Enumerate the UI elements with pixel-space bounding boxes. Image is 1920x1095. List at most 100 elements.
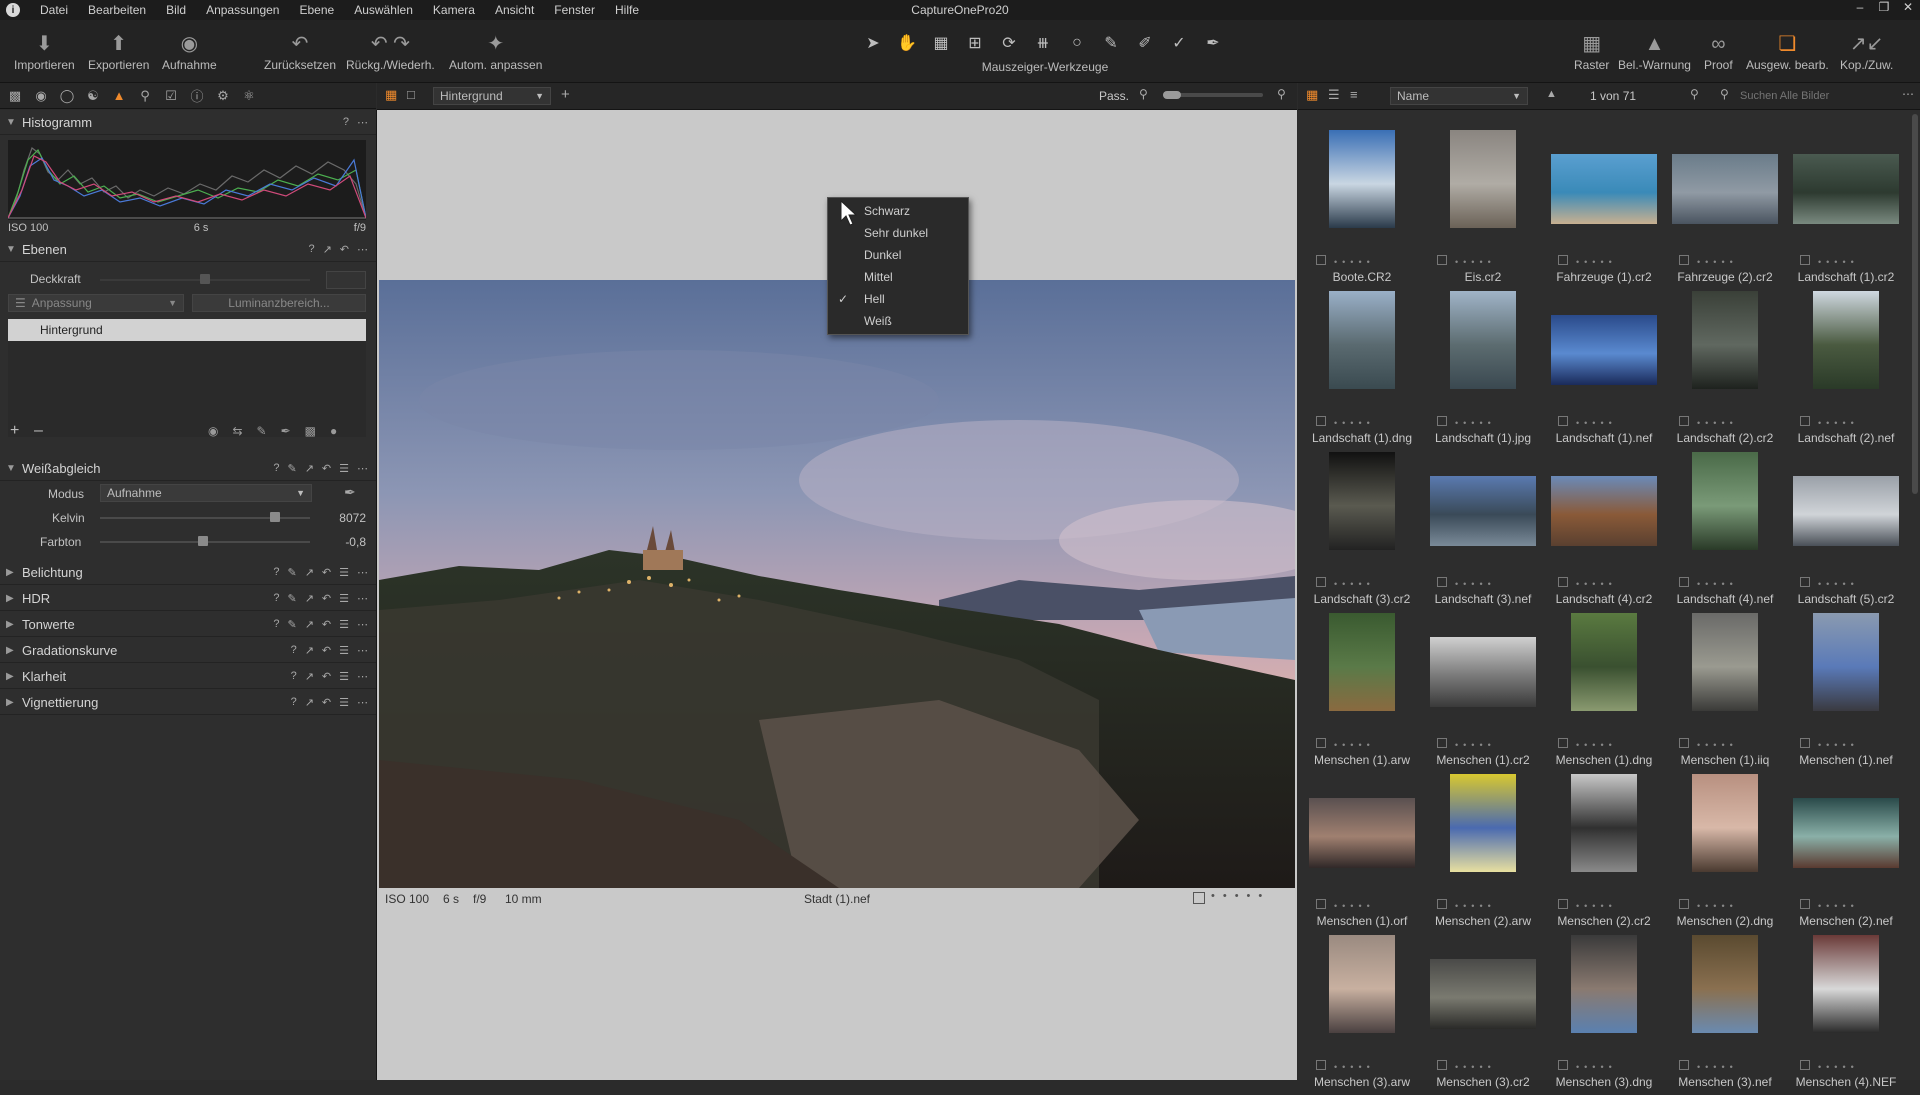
- thumbnail-item[interactable]: ••••• Landschaft (1).cr2: [1786, 130, 1906, 290]
- select-checkbox[interactable]: [1437, 1060, 1447, 1070]
- presets-icon[interactable]: ☰: [339, 696, 349, 709]
- add-layer-icon[interactable]: +: [561, 86, 570, 103]
- thumbnail-rating[interactable]: •••••: [1316, 899, 1375, 911]
- thumbnail-rating[interactable]: •••••: [1316, 255, 1375, 267]
- star-rating[interactable]: •••••: [1697, 257, 1738, 267]
- batch-tab-icon[interactable]: ⚛: [240, 87, 258, 105]
- thumbnail-item[interactable]: ••••• Menschen (2).dng: [1665, 774, 1785, 934]
- more-icon[interactable]: ⋯: [357, 618, 368, 631]
- thumbnail-rating[interactable]: •••••: [1800, 255, 1859, 267]
- menu-anpassungen[interactable]: Anpassungen: [196, 3, 289, 17]
- section-hdr[interactable]: ▶ HDR ? ✎ ↗ ↶ ☰ ⋯: [0, 586, 376, 611]
- details-view-icon[interactable]: ≡: [1350, 87, 1358, 102]
- thumbnail-item[interactable]: ••••• Menschen (2).arw: [1423, 774, 1543, 934]
- thumbnail-image[interactable]: [1813, 935, 1879, 1033]
- select-checkbox[interactable]: [1800, 899, 1810, 909]
- brush-icon[interactable]: ✎: [257, 424, 267, 438]
- star-rating[interactable]: •••••: [1211, 890, 1270, 902]
- thumbnail-image[interactable]: [1571, 774, 1637, 872]
- thumbnail-rating[interactable]: •••••: [1437, 1060, 1496, 1072]
- thumbnail-rating[interactable]: •••••: [1316, 738, 1375, 750]
- thumbnail-image[interactable]: [1692, 774, 1758, 872]
- layer-item-background[interactable]: Hintergrund: [8, 319, 366, 341]
- thumbnail-rating[interactable]: •••••: [1800, 738, 1859, 750]
- star-rating[interactable]: •••••: [1576, 901, 1617, 911]
- thumbnail-item[interactable]: ••••• Menschen (2).nef: [1786, 774, 1906, 934]
- more-icon[interactable]: ⋯: [357, 670, 368, 683]
- star-rating[interactable]: •••••: [1818, 1062, 1859, 1072]
- help-icon[interactable]: ?: [273, 566, 279, 579]
- thumbnail-image[interactable]: [1329, 291, 1395, 389]
- star-rating[interactable]: •••••: [1697, 418, 1738, 428]
- thumbnail-rating[interactable]: •••••: [1437, 899, 1496, 911]
- thumbnail-item[interactable]: ••••• Landschaft (3).nef: [1423, 452, 1543, 612]
- star-rating[interactable]: •••••: [1334, 901, 1375, 911]
- star-rating[interactable]: •••••: [1818, 579, 1859, 589]
- mode-dropdown[interactable]: Aufnahme ▼: [100, 484, 312, 502]
- radial-icon[interactable]: ●: [330, 424, 337, 438]
- section-levels[interactable]: ▶ Tonwerte ? ✎ ↗ ↶ ☰ ⋯: [0, 612, 376, 637]
- white-balance-header[interactable]: ▼ Weißabgleich ? ✎ ↗ ↶ ☰ ⋯: [0, 456, 376, 481]
- thumbnail-rating[interactable]: •••••: [1316, 416, 1375, 428]
- more-icon[interactable]: ⋯: [1902, 87, 1914, 101]
- reset-icon[interactable]: ↶: [322, 644, 331, 657]
- thumbnail-item[interactable]: ••••• Menschen (3).arw: [1302, 935, 1422, 1095]
- help-icon[interactable]: ?: [291, 670, 297, 683]
- zoom-slider-thumb[interactable]: [1163, 91, 1181, 99]
- exposure-tab-icon[interactable]: ▲: [110, 87, 128, 105]
- help-icon[interactable]: ?: [273, 618, 279, 631]
- thumbnail-image[interactable]: [1813, 291, 1879, 389]
- tint-value[interactable]: -0,8: [322, 535, 366, 549]
- reset-icon[interactable]: ↶: [322, 566, 331, 579]
- thumbnail-item[interactable]: ••••• Landschaft (4).cr2: [1544, 452, 1664, 612]
- select-checkbox[interactable]: [1558, 899, 1568, 909]
- thumbnail-image[interactable]: [1692, 613, 1758, 711]
- thumbnail-image[interactable]: [1329, 613, 1395, 711]
- star-rating[interactable]: •••••: [1697, 901, 1738, 911]
- exposure-warning-button[interactable]: ▲ Bel.-Warnung: [1618, 30, 1691, 72]
- select-checkbox[interactable]: [1316, 738, 1326, 748]
- help-icon[interactable]: ?: [343, 116, 349, 129]
- select-checkbox[interactable]: [1437, 255, 1447, 265]
- eraser-icon[interactable]: ✒: [281, 424, 291, 438]
- more-icon[interactable]: ⋯: [357, 566, 368, 579]
- star-rating[interactable]: •••••: [1576, 1062, 1617, 1072]
- thumbnail-item[interactable]: ••••• Menschen (1).dng: [1544, 613, 1664, 773]
- copy-icon[interactable]: ↗: [305, 670, 314, 683]
- luminance-range-button[interactable]: Luminanzbereich...: [192, 294, 366, 312]
- star-rating[interactable]: •••••: [1576, 257, 1617, 267]
- menu-kamera[interactable]: Kamera: [423, 3, 485, 17]
- more-icon[interactable]: ⋯: [357, 696, 368, 709]
- menu-bearbeiten[interactable]: Bearbeiten: [78, 3, 156, 17]
- star-rating[interactable]: •••••: [1818, 257, 1859, 267]
- thumbnail-rating[interactable]: •••••: [1679, 255, 1738, 267]
- picker-icon[interactable]: ✎: [287, 462, 296, 475]
- select-checkbox[interactable]: [1316, 1060, 1326, 1070]
- presets-icon[interactable]: ☰: [339, 592, 349, 605]
- annotate-icon[interactable]: ✒: [1200, 32, 1226, 54]
- thumbnail-rating[interactable]: •••••: [1558, 416, 1617, 428]
- thumbnail-image[interactable]: [1692, 452, 1758, 550]
- fit-label[interactable]: Pass.: [1099, 89, 1129, 103]
- thumbnail-item[interactable]: ••••• Fahrzeuge (1).cr2: [1544, 130, 1664, 290]
- select-checkbox[interactable]: [1558, 577, 1568, 587]
- multi-view-icon[interactable]: ▦: [385, 87, 397, 103]
- star-rating[interactable]: •••••: [1455, 579, 1496, 589]
- crop-icon[interactable]: ⊞: [962, 32, 988, 54]
- pan-hand-icon[interactable]: ✋: [894, 32, 920, 54]
- kelvin-slider-thumb[interactable]: [270, 512, 280, 522]
- select-checkbox[interactable]: [1437, 899, 1447, 909]
- thumbnail-item[interactable]: ••••• Eis.cr2: [1423, 130, 1543, 290]
- thumbnail-image[interactable]: [1793, 476, 1899, 546]
- reset-icon[interactable]: ↶: [322, 670, 331, 683]
- keystone-icon[interactable]: ⧻: [1030, 32, 1056, 54]
- thumbnail-item[interactable]: ••••• Menschen (1).arw: [1302, 613, 1422, 773]
- star-rating[interactable]: •••••: [1334, 740, 1375, 750]
- thumbnail-item[interactable]: ••••• Menschen (2).cr2: [1544, 774, 1664, 934]
- loupe-icon[interactable]: ▦: [928, 32, 954, 54]
- rotate-icon[interactable]: ⟳: [996, 32, 1022, 54]
- add-layer-icon[interactable]: +: [10, 422, 19, 440]
- search-input[interactable]: [1738, 87, 1892, 105]
- select-checkbox[interactable]: [1316, 416, 1326, 426]
- star-rating[interactable]: •••••: [1334, 418, 1375, 428]
